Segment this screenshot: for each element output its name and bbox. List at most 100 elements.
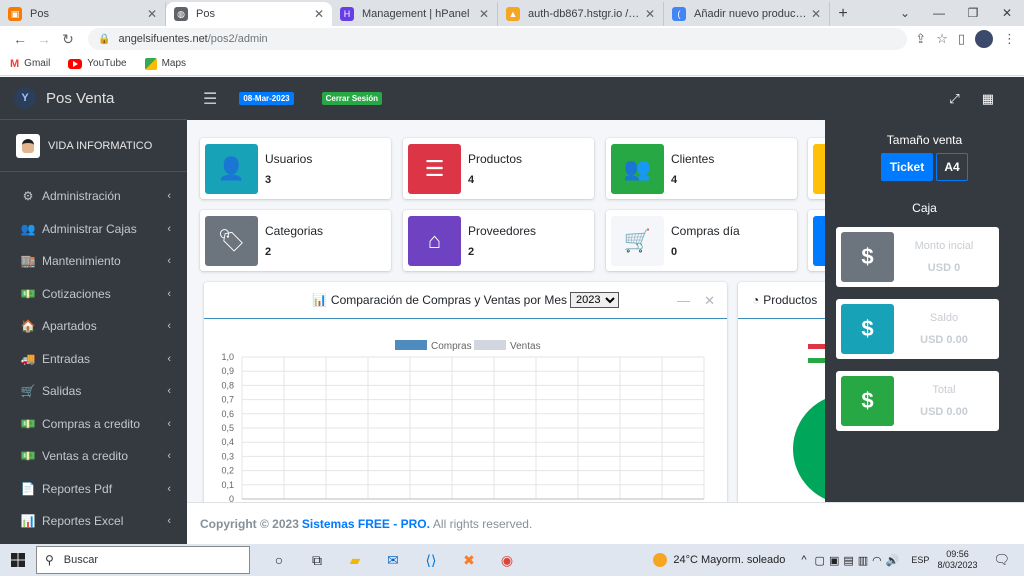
caja-text: Saldo USD 0.00 <box>894 312 994 346</box>
sidepanel-icon[interactable]: ▯ <box>958 31 965 47</box>
reload-icon[interactable]: ↻ <box>56 31 80 48</box>
chevron-left-icon: ‹ <box>167 320 171 333</box>
taskbar-search[interactable]: ⚲ Buscar <box>36 546 250 574</box>
back-icon[interactable]: ← <box>8 31 32 47</box>
tab-close-icon[interactable]: ✕ <box>314 7 324 21</box>
y-tick-label: 0,3 <box>221 451 234 461</box>
minimize-button[interactable]: — <box>922 0 956 26</box>
remove-icon[interactable]: ✕ <box>704 293 715 309</box>
tray-icons[interactable]: ▢▣▤▥◠🔊 <box>815 554 904 567</box>
vscode-icon[interactable]: ⟨⟩ <box>416 545 446 575</box>
sidebar-item-0[interactable]: ⚙ Administración ‹ <box>0 180 187 213</box>
tab-search-icon[interactable]: ⌄ <box>888 0 922 26</box>
close-window-button[interactable]: ✕ <box>990 0 1024 26</box>
info-box-0[interactable]: 👤 Usuarios 3 <box>200 138 391 199</box>
pie-legend-swatch <box>808 358 826 363</box>
youtube-icon <box>68 58 83 69</box>
task-view-icon[interactable]: ⧉ <box>302 545 332 575</box>
sidebar-item-3[interactable]: 💵 Cotizaciones ‹ <box>0 278 187 311</box>
mail-icon[interactable]: ✉ <box>378 545 408 575</box>
bookmark-label: Maps <box>161 58 187 69</box>
y-tick-label: 0,4 <box>221 437 234 447</box>
url-field[interactable]: 🔒 angelsifuentes.net/pos2/admin <box>88 28 908 50</box>
forward-icon[interactable]: → <box>32 31 56 47</box>
brand-title: Pos Venta <box>46 89 115 107</box>
tab-close-icon[interactable]: ✕ <box>147 7 157 21</box>
info-box-1[interactable]: ☰ Productos 4 <box>403 138 594 199</box>
user-panel[interactable]: VIDA INFORMATICO <box>0 120 187 172</box>
chevron-left-icon: ‹ <box>167 417 171 430</box>
chevron-left-icon: ‹ <box>167 450 171 463</box>
sidebar-item-5[interactable]: 🚚 Entradas ‹ <box>0 343 187 376</box>
year-select[interactable]: 2023 <box>570 292 620 308</box>
sidebar-item-label: Administración <box>42 189 121 204</box>
tab-close-icon[interactable]: ✕ <box>479 7 489 21</box>
sidebar-item-2[interactable]: 🏬 Mantenimiento ‹ <box>0 245 187 278</box>
list-icon: ☰ <box>408 143 461 194</box>
tab-list: ▣ Pos ✕ ◍ Pos ✕ H Management | hPanel ✕ ▲ a… <box>0 2 830 26</box>
info-box-2[interactable]: 👥 Clientes 4 <box>606 138 797 199</box>
xampp-icon[interactable]: ✖ <box>454 545 484 575</box>
cart-icon: 🛒 <box>20 384 36 399</box>
tab-close-icon[interactable]: ✕ <box>811 7 821 21</box>
pie-legend-swatch <box>808 344 826 349</box>
info-box-4[interactable]: ⌂ Proveedores 2 <box>403 210 594 271</box>
info-box-label: Usuarios <box>265 151 313 166</box>
info-box-5[interactable]: 🛒 Compras día 0 <box>606 210 797 271</box>
caja-value: USD 0.00 <box>920 406 968 418</box>
bookmark-youtube[interactable]: YouTube <box>68 58 127 69</box>
browser-tab-3[interactable]: ▲ auth-db867.hstgr.io / 127.0.0. ✕ <box>498 2 664 26</box>
language-indicator[interactable]: ESP <box>911 555 929 565</box>
system-tray: 24°C Mayorm. soleado ^ ▢▣▤▥◠🔊 ESP 09:56 … <box>653 544 1024 576</box>
collapse-icon[interactable]: — <box>677 293 690 309</box>
browser-tab-1[interactable]: ◍ Pos ✕ <box>166 2 332 26</box>
start-button[interactable] <box>0 544 36 576</box>
tab-favicon-icon: ◍ <box>174 7 188 21</box>
app: Y Pos Venta VIDA INFORMATICO ⚙ Administr… <box>0 77 1024 544</box>
bookmark-maps[interactable]: Maps <box>144 57 187 70</box>
gmail-icon: M <box>10 57 20 70</box>
share-icon[interactable]: ⇪ <box>915 31 926 47</box>
restore-button[interactable]: ❐ <box>956 0 990 26</box>
profile-avatar[interactable] <box>975 30 993 48</box>
sidebar-item-10[interactable]: 📊 Reportes Excel ‹ <box>0 505 187 538</box>
hamburger-menu-icon[interactable]: ☰ <box>203 89 217 109</box>
file-explorer-icon[interactable]: ▰ <box>340 545 370 575</box>
sidebar-item-6[interactable]: 🛒 Salidas ‹ <box>0 375 187 408</box>
browser-tab-4[interactable]: ( Añadir nuevo producto < Tie ✕ <box>664 2 830 26</box>
tab-close-icon[interactable]: ✕ <box>645 7 655 21</box>
sidebar-item-8[interactable]: 💵 Ventas a credito ‹ <box>0 440 187 473</box>
lock-icon[interactable]: 🔒 <box>98 34 110 45</box>
sidebar-item-4[interactable]: 🏠 Apartados ‹ <box>0 310 187 343</box>
tray-up-arrow-icon[interactable]: ^ <box>801 554 806 566</box>
ticket-button[interactable]: Ticket <box>881 153 933 181</box>
sidebar-item-7[interactable]: 💵 Compras a credito ‹ <box>0 408 187 441</box>
logout-button[interactable]: Cerrar Sesión <box>321 92 383 105</box>
info-box-3[interactable]: 🏷 Categorias 2 <box>200 210 391 271</box>
chrome-icon[interactable]: ◉ <box>492 545 522 575</box>
clock[interactable]: 09:56 8/03/2023 <box>937 549 977 571</box>
bookmark-gmail[interactable]: M Gmail <box>10 58 50 70</box>
a4-button[interactable]: A4 <box>936 153 968 181</box>
star-icon[interactable]: ☆ <box>936 31 948 47</box>
warehouse-icon: 🏬 <box>20 254 36 269</box>
footer-brand-link[interactable]: Sistemas FREE - PRO. <box>302 517 430 531</box>
notifications-icon[interactable]: 🗨 <box>993 552 1010 568</box>
footer-rights: All rights reserved. <box>432 516 533 531</box>
weather-widget[interactable]: 24°C Mayorm. soleado <box>653 553 785 567</box>
tab-label: Añadir nuevo producto < Tie <box>694 8 807 20</box>
browser-tab-2[interactable]: H Management | hPanel ✕ <box>332 2 498 26</box>
address-bar-actions: ⇪ ☆ ▯ ⋮ <box>915 30 1016 48</box>
money-icon: 💵 <box>20 286 36 301</box>
control-sidebar: Tamaño venta Ticket A4 Caja $ Monto inci… <box>825 120 1024 502</box>
menu-kebab-icon[interactable]: ⋮ <box>1003 31 1016 47</box>
brand[interactable]: Y Pos Venta <box>0 77 187 120</box>
sidebar-item-1[interactable]: 👥 Administrar Cajas ‹ <box>0 213 187 246</box>
sidebar-item-9[interactable]: 📄 Reportes Pdf ‹ <box>0 473 187 506</box>
cortana-icon[interactable]: ○ <box>264 545 294 575</box>
fullscreen-icon[interactable]: ⤢ <box>949 91 959 107</box>
new-tab-button[interactable]: + <box>830 2 856 26</box>
gears-icon: ⚙ <box>22 189 34 204</box>
control-sidebar-icon[interactable]: ▦ <box>982 91 994 107</box>
browser-tab-0[interactable]: ▣ Pos ✕ <box>0 2 166 26</box>
